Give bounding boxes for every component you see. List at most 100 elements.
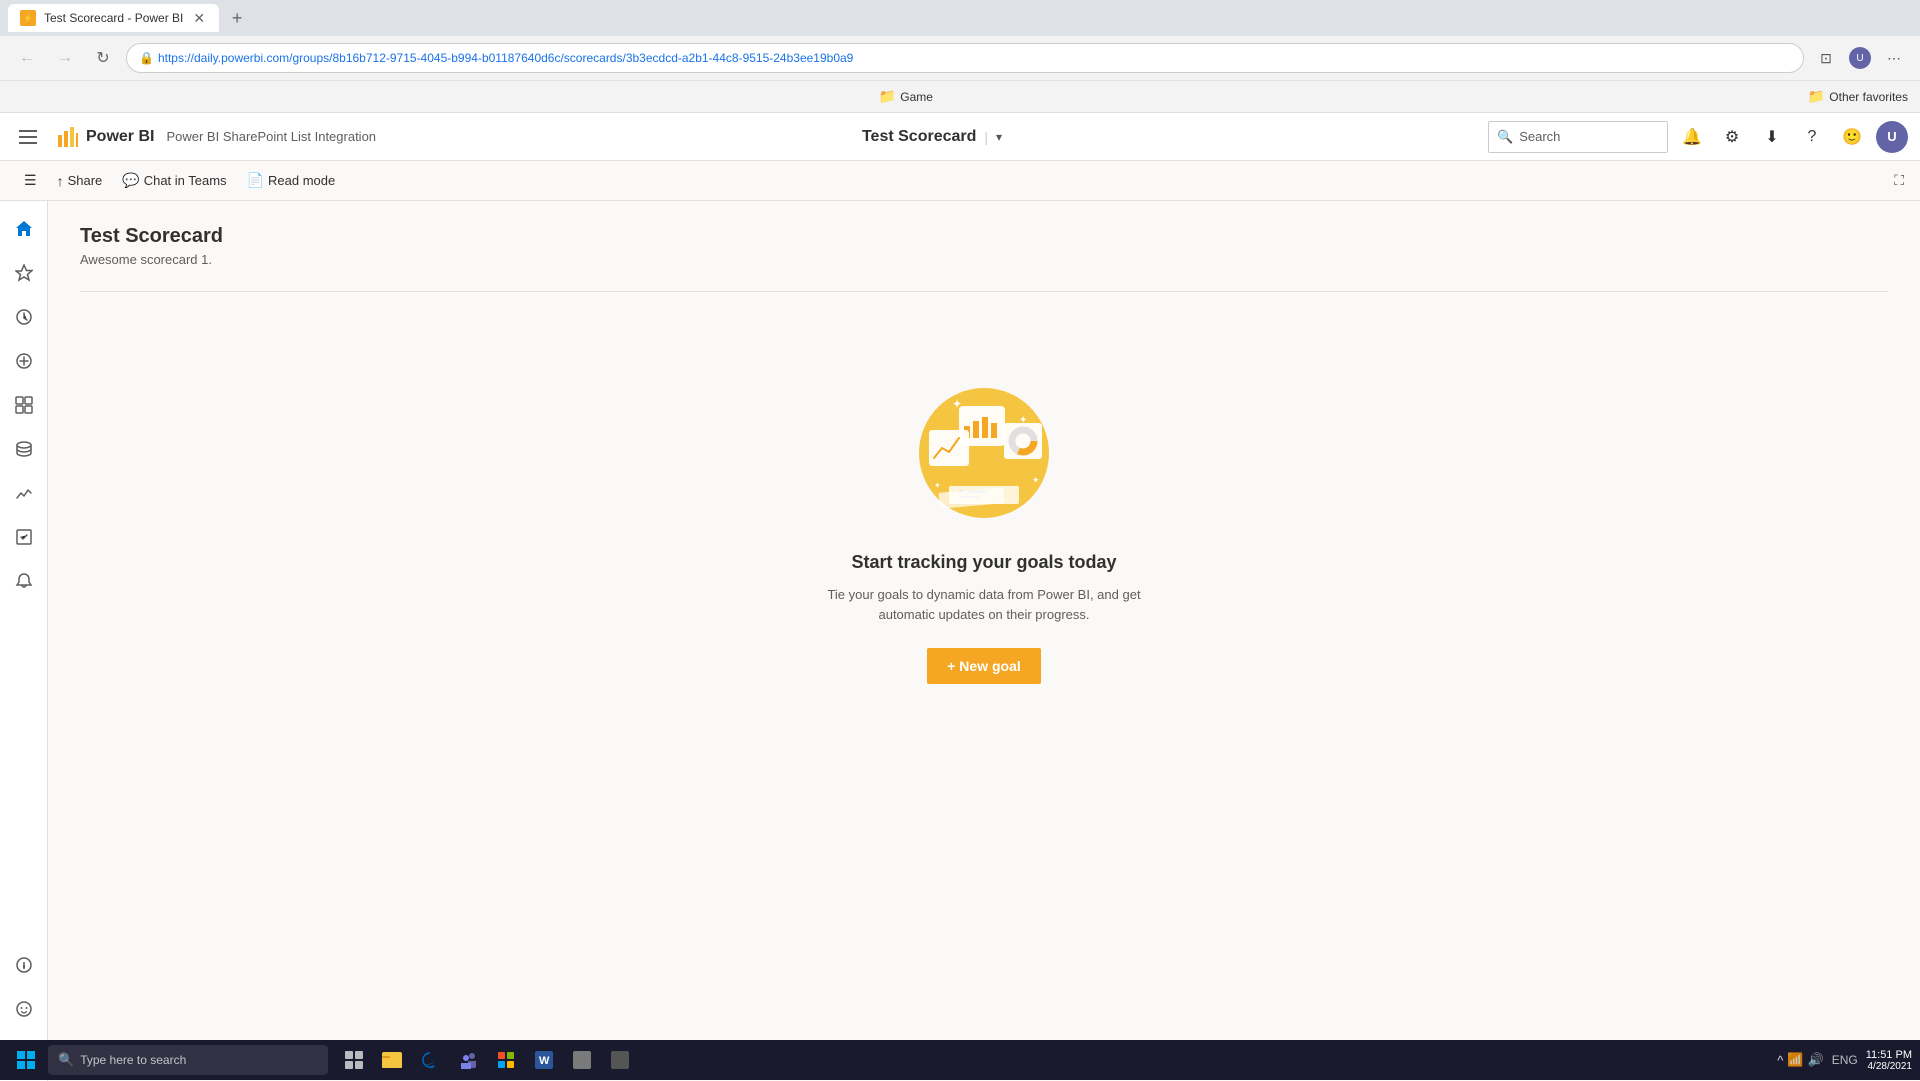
sidebar-item-home[interactable] [4, 209, 44, 249]
goals-illustration-svg: ✦ ✦ ✦ ✦ [884, 368, 1084, 528]
taskbar-time: 11:51 PM [1866, 1049, 1912, 1061]
sidebar [0, 201, 48, 1081]
main-area: Test Scorecard Awesome scorecard 1. ✦ ✦ … [0, 201, 1920, 1081]
other-favorites[interactable]: 📁 Other favorites [1808, 88, 1908, 105]
help-button[interactable]: ? [1796, 121, 1828, 153]
action-bar: ☰ ↑ Share 💬 Chat in Teams 📄 Read mode ⛶ [0, 161, 1920, 201]
teams-icon: 💬 [122, 172, 139, 189]
taskbar-search-icon: 🔍 [58, 1052, 74, 1068]
new-tab-button[interactable]: + [223, 4, 251, 32]
svg-text:W: W [539, 1055, 550, 1067]
download-button[interactable]: ⬇ [1756, 121, 1788, 153]
tab-close-button[interactable]: ✕ [191, 8, 207, 29]
taskbar-right: ^ 📶 🔊 ENG 11:51 PM 4/28/2021 [1777, 1049, 1912, 1072]
share-button[interactable]: ↑ Share [49, 167, 111, 195]
taskbar-store-button[interactable] [488, 1042, 524, 1078]
network-icon[interactable]: 📶 [1787, 1052, 1803, 1068]
top-nav: Power BI Power BI SharePoint List Integr… [0, 113, 1920, 161]
app: Power BI Power BI SharePoint List Integr… [0, 113, 1920, 1081]
back-button[interactable]: ← [12, 43, 42, 73]
search-placeholder-text: Search [1519, 129, 1560, 144]
header-separator [80, 291, 1888, 292]
menu-button[interactable]: ☰ [16, 167, 45, 195]
settings-button[interactable]: ⚙ [1716, 121, 1748, 153]
powerbi-text: Power BI [86, 128, 154, 146]
system-tray: ^ 📶 🔊 [1777, 1052, 1823, 1068]
sidebar-item-metrics[interactable] [4, 473, 44, 513]
taskbar-app2[interactable] [602, 1042, 638, 1078]
start-button[interactable] [8, 1042, 44, 1078]
scorecard-header: Test Scorecard Awesome scorecard 1. [80, 225, 1888, 267]
read-mode-label: Read mode [268, 173, 335, 188]
address-bar[interactable]: 🔒 https://daily.powerbi.com/groups/8b16b… [126, 43, 1804, 73]
empty-state-title: Start tracking your goals today [851, 552, 1116, 573]
lock-icon: 🔒 [139, 51, 154, 65]
sidebar-item-support[interactable] [4, 945, 44, 985]
sidebar-item-favorites[interactable] [4, 253, 44, 293]
search-box[interactable]: 🔍 Search [1488, 121, 1668, 153]
taskbar-clock[interactable]: 11:51 PM 4/28/2021 [1866, 1049, 1912, 1072]
folder-label: Game [900, 90, 933, 104]
extensions-button[interactable]: ⊡ [1812, 44, 1840, 72]
folder-icon: 📁 [879, 88, 896, 105]
share-label: Share [68, 173, 103, 188]
action-bar-right: ⛶ [1894, 172, 1904, 189]
tab-bar: ⚡ Test Scorecard - Power BI ✕ + [0, 0, 1920, 36]
feedback-button[interactable]: 🙂 [1836, 121, 1868, 153]
chat-label: Chat in Teams [144, 173, 227, 188]
taskbar-view-button[interactable] [336, 1042, 372, 1078]
game-folder[interactable]: 📁 Game [879, 88, 933, 105]
language-indicator: ENG [1832, 1053, 1858, 1067]
notifications-button[interactable]: 🔔 [1676, 121, 1708, 153]
taskbar-edge-button[interactable] [412, 1042, 448, 1078]
tray-arrow-icon[interactable]: ^ [1777, 1053, 1783, 1068]
user-avatar[interactable]: U [1876, 121, 1908, 153]
taskbar-word-button[interactable]: W [526, 1042, 562, 1078]
favorites-bar: 📁 Game 📁 Other favorites [0, 80, 1920, 112]
refresh-button[interactable]: ↻ [88, 43, 118, 73]
taskbar-explorer-button[interactable] [374, 1042, 410, 1078]
active-tab[interactable]: ⚡ Test Scorecard - Power BI ✕ [8, 4, 219, 32]
taskbar-app1[interactable] [564, 1042, 600, 1078]
sidebar-item-workspaces[interactable] [4, 385, 44, 425]
svg-text:⚡: ⚡ [23, 13, 33, 23]
tab-favicon: ⚡ [20, 10, 36, 26]
content-area: Test Scorecard Awesome scorecard 1. ✦ ✦ … [48, 201, 1920, 1081]
browser-right-icons: ⊡ U ⋯ [1812, 44, 1908, 72]
menu-icon: ☰ [24, 172, 37, 189]
sidebar-item-alerts[interactable] [4, 561, 44, 601]
share-icon: ↑ [57, 173, 64, 189]
taskbar-teams-button[interactable] [450, 1042, 486, 1078]
scorecard-chevron[interactable]: ▾ [996, 130, 1002, 144]
sidebar-item-create[interactable] [4, 341, 44, 381]
search-icon: 🔍 [1497, 129, 1513, 145]
new-goal-button[interactable]: + New goal [927, 648, 1041, 684]
taskbar-apps: W [336, 1042, 638, 1078]
browser-chrome: ⚡ Test Scorecard - Power BI ✕ + ← → ↻ 🔒 … [0, 0, 1920, 113]
sidebar-item-datahub[interactable] [4, 429, 44, 469]
volume-icon[interactable]: 🔊 [1808, 1052, 1824, 1068]
taskbar-search-box[interactable]: 🔍 Type here to search [48, 1045, 328, 1075]
expand-icon[interactable]: ⛶ [1894, 172, 1904, 188]
top-nav-center: Test Scorecard | ▾ [388, 128, 1476, 146]
other-favorites-label: Other favorites [1829, 90, 1908, 104]
sidebar-item-recent[interactable] [4, 297, 44, 337]
read-mode-button[interactable]: 📄 Read mode [239, 167, 344, 195]
hamburger-button[interactable] [12, 121, 44, 153]
address-bar-row: ← → ↻ 🔒 https://daily.powerbi.com/groups… [0, 36, 1920, 80]
breadcrumb: Power BI SharePoint List Integration [166, 129, 376, 144]
browser-menu-button[interactable]: ⋯ [1880, 44, 1908, 72]
sidebar-item-feedback[interactable] [4, 989, 44, 1029]
taskbar-date: 4/28/2021 [1868, 1061, 1913, 1072]
read-mode-icon: 📄 [247, 172, 264, 189]
top-nav-right: 🔍 Search 🔔 ⚙ ⬇ ? 🙂 U [1488, 121, 1908, 153]
profile-button[interactable]: U [1846, 44, 1874, 72]
sidebar-item-scorecards[interactable] [4, 517, 44, 557]
scorecard-description: Awesome scorecard 1. [80, 252, 1888, 267]
forward-button[interactable]: → [50, 43, 80, 73]
chat-in-teams-button[interactable]: 💬 Chat in Teams [114, 167, 234, 195]
powerbi-logo: Power BI [56, 125, 154, 149]
new-goal-label: + New goal [947, 658, 1021, 674]
svg-text:✦: ✦ [1032, 475, 1040, 485]
taskbar: 🔍 Type here to search W ^ 📶 [0, 1040, 1920, 1080]
